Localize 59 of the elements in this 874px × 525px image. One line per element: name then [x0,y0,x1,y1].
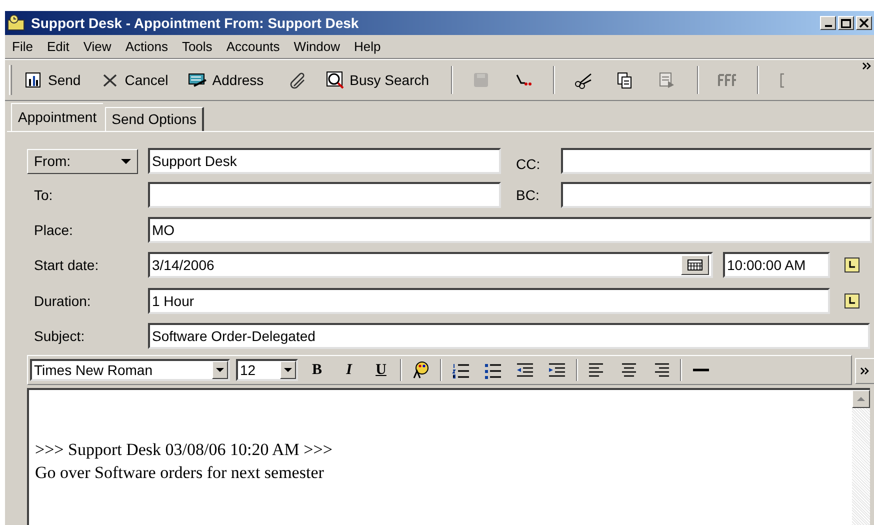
input-field[interactable]: MO [148,217,872,243]
toolbar-button[interactable]: Busy Search [322,66,434,94]
clock-icon[interactable] [844,293,860,309]
italic-button[interactable]: I [336,358,362,382]
tab[interactable]: Send Options [104,107,204,131]
caret-icon [280,361,296,379]
clock-icon[interactable] [844,257,860,273]
caret-icon [121,158,131,164]
message-editor[interactable]: >>> Support Desk 03/08/06 10:20 AM >>> Go over Software orders for next semester [27,388,870,525]
date-field[interactable]: 3/14/2006 [148,252,713,278]
field-label: Duration: [33,292,92,310]
tab[interactable]: Appointment [11,103,103,131]
message-line: >>> Support Desk 03/08/06 10:20 AM >>> [35,439,334,461]
size-dropdown[interactable]: 12 [236,359,298,381]
field-label: BC: [515,186,540,204]
input-field[interactable] [561,182,872,208]
bold-button[interactable]: B [304,358,330,382]
input-field[interactable] [148,182,501,208]
field-label: Place: [33,220,74,240]
toolbar-button[interactable]: Address [184,66,268,94]
calendar-button[interactable] [681,255,709,275]
menu-item[interactable]: Tools [176,36,218,56]
message-line: Go over Software orders for next semester [35,462,325,484]
menu-item[interactable]: Help [349,36,386,56]
menu-item[interactable]: Window [288,36,346,56]
input-field[interactable] [561,148,872,174]
minimize-button[interactable] [820,16,836,30]
font-dropdown[interactable]: Times New Roman [30,359,230,381]
toolbar-button[interactable]: Cancel [96,66,172,94]
time-field[interactable]: 10:00:00 AM [723,252,830,278]
address-book-icon [188,71,208,89]
calendar-icon [687,259,703,271]
input-field[interactable]: Support Desk [148,148,501,174]
field-label: CC: [515,154,542,174]
scroll-bar[interactable] [852,390,870,525]
field-label: To: [33,186,54,204]
menu-item[interactable]: Edit [42,36,74,56]
window-title: Support Desk - Appointment From: Support Desk [31,14,359,33]
chevron-icon[interactable] [862,62,872,70]
maximize-icon [841,18,851,28]
toolbar-button[interactable]: Send [20,66,85,94]
input-field[interactable]: Software Order-Delegated [148,323,870,349]
input-field[interactable]: 1 Hour [148,288,830,314]
close-icon [859,18,869,28]
field-label: Start date: [33,256,100,274]
magnifier-icon [326,71,346,89]
underline-button[interactable]: U [368,358,394,382]
caret-icon [212,361,228,379]
menu-item[interactable]: File [7,36,38,56]
field-label: Subject: [33,326,86,346]
calendar-icon [7,14,27,32]
minimize-icon [824,25,832,27]
close-button[interactable] [856,16,872,30]
scroll-up-button[interactable] [852,390,870,408]
menu-item[interactable]: Accounts [221,36,285,56]
from-dropdown[interactable]: From: [27,148,138,174]
menu-item[interactable]: Actions [120,36,173,56]
menu-item[interactable]: View [78,36,116,56]
maximize-button[interactable] [838,16,854,30]
